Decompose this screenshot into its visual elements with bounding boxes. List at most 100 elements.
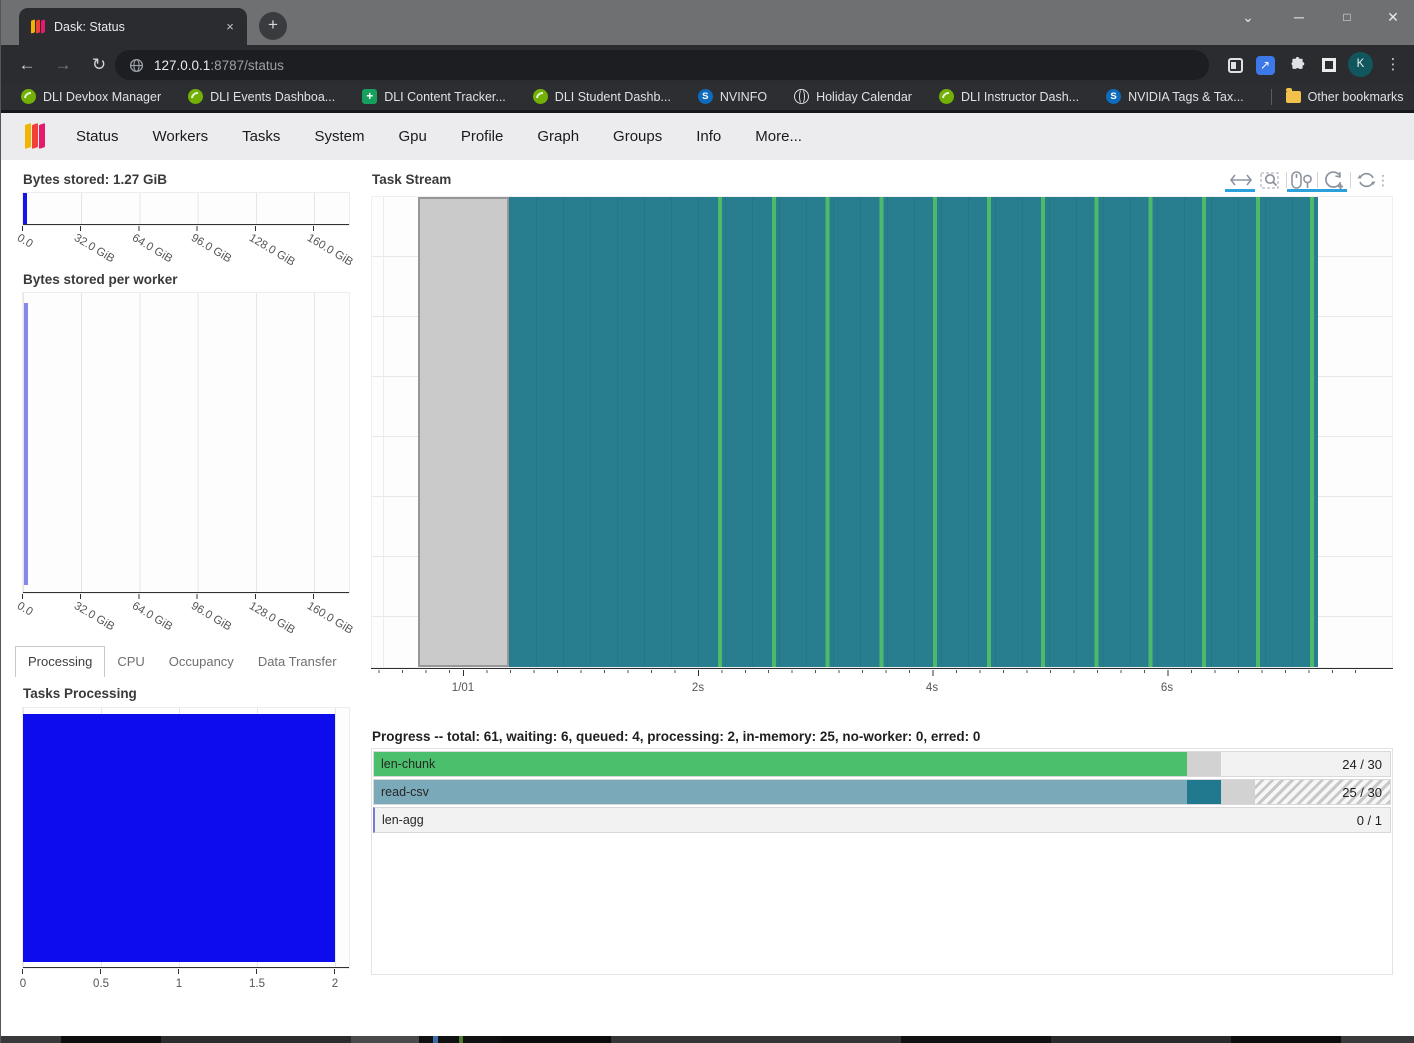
- cross-square-icon: +: [362, 89, 377, 104]
- browser-tab[interactable]: Dask: Status ×: [19, 8, 247, 45]
- progress-task-count: 25 / 30: [1342, 780, 1382, 805]
- nav-item-more[interactable]: More...: [755, 128, 802, 145]
- reset-tool-icon[interactable]: [1354, 168, 1378, 192]
- address-bar[interactable]: 127.0.0.1:8787/status: [115, 50, 1209, 80]
- dask-logo: [25, 124, 45, 148]
- progress-task-count: 0 / 1: [1357, 808, 1382, 833]
- nav-item-system[interactable]: System: [314, 128, 364, 145]
- progress-fill-processing: [1221, 780, 1256, 804]
- axis-tick-label: 128.0 GiB: [247, 232, 297, 269]
- task-stream-axis: [371, 668, 1393, 669]
- other-bookmarks-button[interactable]: Other bookmarks: [1271, 89, 1404, 105]
- progress-fill-executing: [1187, 780, 1221, 804]
- bookmark-nvinfo[interactable]: SNVINFO: [698, 89, 767, 104]
- active-tool-underline: [1287, 189, 1347, 192]
- progress-task-name: len-chunk: [381, 752, 435, 777]
- forward-button[interactable]: →: [51, 53, 75, 77]
- extensions-puzzle-icon[interactable]: [1285, 52, 1309, 78]
- progress-row-len-agg: len-agg 0 / 1: [373, 807, 1391, 833]
- back-button[interactable]: ←: [15, 53, 39, 77]
- progress-fill-done: [374, 780, 1187, 804]
- bookmark-nvidia-tags[interactable]: SNVIDIA Tags & Tax...: [1106, 89, 1244, 104]
- progress-task-count: 24 / 30: [1342, 752, 1382, 777]
- window-maximize-button[interactable]: □: [1332, 6, 1362, 28]
- task-stream-gray-block: [418, 197, 509, 667]
- window-close-button[interactable]: ✕: [1378, 6, 1408, 28]
- window-minimize-button[interactable]: ─: [1284, 6, 1314, 28]
- nav-item-status[interactable]: Status: [76, 128, 119, 145]
- nav-item-profile[interactable]: Profile: [461, 128, 504, 145]
- folder-icon: [1286, 91, 1301, 103]
- bookmark-dli-content-tracker[interactable]: +DLI Content Tracker...: [362, 89, 506, 104]
- axis-tick-label: 1.5: [249, 978, 265, 990]
- bookmark-dli-instructor-dashboard[interactable]: DLI Instructor Dash...: [939, 89, 1079, 104]
- task-stream-compute-block: [509, 197, 1318, 667]
- axis-tick-label: 0: [20, 978, 26, 990]
- tab-occupancy[interactable]: Occupancy: [157, 647, 246, 677]
- window-restore-down-button[interactable]: ⌄: [1233, 6, 1263, 28]
- url-path: :8787/status: [210, 58, 284, 73]
- axis-tick-label: 64.0 GiB: [130, 232, 175, 265]
- bytes-per-worker-plot[interactable]: [22, 292, 350, 594]
- nav-item-tasks[interactable]: Tasks: [242, 128, 280, 145]
- nav-item-graph[interactable]: Graph: [537, 128, 579, 145]
- axis-tick-label: 32.0 GiB: [72, 232, 117, 265]
- bookmark-holiday-calendar[interactable]: Holiday Calendar: [794, 89, 912, 104]
- task-stream-green-marks: [718, 197, 1318, 667]
- left-panel-tabs: Processing CPU Occupancy Data Transfer: [15, 646, 349, 677]
- bytes-per-worker-bar: [24, 303, 28, 585]
- tasks-processing-plot[interactable]: [22, 707, 350, 969]
- nav-item-info[interactable]: Info: [696, 128, 721, 145]
- tab-close-icon[interactable]: ×: [221, 18, 239, 36]
- dask-dashboard-page: Status Workers Tasks System Gpu Profile …: [1, 113, 1414, 1036]
- tasks-processing-title: Tasks Processing: [23, 686, 137, 701]
- bookmark-dli-events-dashboard[interactable]: DLI Events Dashboa...: [188, 89, 335, 104]
- profile-avatar[interactable]: K: [1348, 52, 1373, 77]
- progress-task-name: read-csv: [381, 780, 429, 805]
- tab-title: Dask: Status: [54, 20, 221, 34]
- axis-tick-label: 160.0 GiB: [305, 232, 355, 269]
- axis-tick-label: 0.5: [93, 978, 109, 990]
- reload-button[interactable]: ↻: [87, 53, 111, 77]
- bookmarks-bar: DLI Devbox Manager DLI Events Dashboa...…: [1, 83, 1414, 110]
- nvidia-green-icon: [21, 89, 36, 104]
- progress-panel: len-chunk 24 / 30 read-csv 25 / 30 len-a…: [371, 748, 1393, 975]
- axis-tick-label: 2: [332, 978, 338, 990]
- nav-item-workers[interactable]: Workers: [153, 128, 209, 145]
- nav-item-gpu[interactable]: Gpu: [398, 128, 426, 145]
- bytes-per-worker-title: Bytes stored per worker: [23, 272, 178, 287]
- axis-tick-label: 0.0: [15, 232, 35, 251]
- extension-arrow-button[interactable]: ↗: [1253, 52, 1277, 78]
- bytes-stored-plot[interactable]: [22, 192, 350, 226]
- box-zoom-tool-icon[interactable]: [1259, 168, 1283, 192]
- active-tool-underline: [1225, 189, 1255, 192]
- site-globe-icon[interactable]: [129, 58, 144, 73]
- tab-cpu[interactable]: CPU: [105, 647, 156, 677]
- bytes-stored-title: Bytes stored: 1.27 GiB: [23, 172, 167, 187]
- tab-data-transfer[interactable]: Data Transfer: [246, 647, 349, 677]
- progress-summary: Progress -- total: 61, waiting: 6, queue…: [372, 729, 980, 744]
- url-host: 127.0.0.1: [154, 58, 210, 73]
- sharepoint-icon: S: [1106, 89, 1121, 104]
- bokeh-menu-kebab-icon[interactable]: ⋮: [1377, 168, 1389, 192]
- nvidia-green-icon: [188, 89, 203, 104]
- side-panel-button[interactable]: [1223, 52, 1247, 78]
- nav-item-groups[interactable]: Groups: [613, 128, 662, 145]
- progress-row-read-csv: read-csv 25 / 30: [373, 779, 1391, 805]
- axis-tick-label: 6s: [1161, 682, 1173, 694]
- extension-square-button[interactable]: [1317, 52, 1341, 78]
- task-stream-plot[interactable]: [371, 196, 1393, 668]
- toolbar-separator: [1350, 172, 1351, 188]
- new-tab-button[interactable]: +: [259, 12, 287, 40]
- nvidia-green-icon: [939, 89, 954, 104]
- axis-tick-label: 96.0 GiB: [189, 600, 234, 633]
- dask-favicon: [31, 20, 45, 33]
- bookmark-dli-devbox-manager[interactable]: DLI Devbox Manager: [21, 89, 161, 104]
- browser-window: ⌄ ─ □ ✕ Dask: Status × + ← → ↻ 127.0.0.1…: [0, 0, 1414, 1043]
- browser-menu-kebab-icon[interactable]: ⋮: [1385, 51, 1401, 78]
- progress-row-len-chunk: len-chunk 24 / 30: [373, 751, 1391, 777]
- dask-nav-bar: Status Workers Tasks System Gpu Profile …: [1, 113, 1414, 160]
- toolbar-separator: [1286, 172, 1287, 188]
- tab-processing[interactable]: Processing: [15, 646, 105, 677]
- bookmark-dli-student-dashboard[interactable]: DLI Student Dashb...: [533, 89, 671, 104]
